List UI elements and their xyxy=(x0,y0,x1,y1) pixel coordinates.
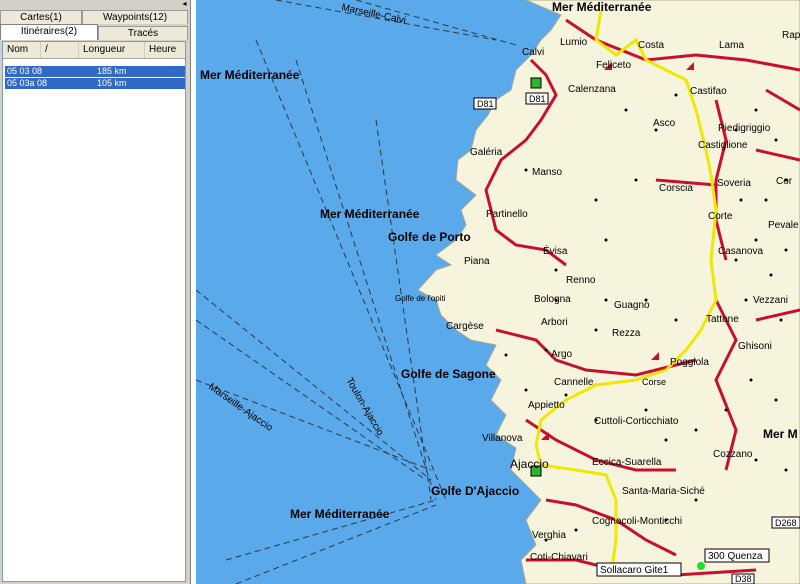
town-label: Évisa xyxy=(543,244,568,257)
town-label: Lama xyxy=(719,40,744,51)
town-label: Feliceto xyxy=(596,60,631,71)
panel-pin-icon[interactable]: ◂ xyxy=(180,0,189,8)
town-label: Galéria xyxy=(470,147,503,158)
town-label: Castifao xyxy=(690,86,727,97)
town-label: Costa xyxy=(638,40,665,51)
sea-label-top: Mer Méditerranée xyxy=(552,0,652,14)
town-label: Pevale xyxy=(768,220,799,231)
tab-bar: Cartes(1) Waypoints(12) Itinéraires(2) T… xyxy=(0,0,188,40)
sea-label: Mer Méditerranée xyxy=(200,68,300,82)
gulf-label: Golfe de l'opiti xyxy=(395,294,446,303)
road-label: D38 xyxy=(735,574,752,584)
gulf-label: Golfe de Sagone xyxy=(401,367,496,381)
column-heure[interactable]: Heure xyxy=(145,42,185,58)
row-longueur: 185 km xyxy=(97,66,127,76)
tab-itineraires[interactable]: Itinéraires(2) xyxy=(0,24,98,40)
town-label: Corscia xyxy=(659,183,693,194)
ferry-route-label: Toulon-Ajaccio xyxy=(343,376,385,438)
town-label: Corte xyxy=(708,211,733,222)
map-canvas[interactable]: Mer Méditerranée Mer Méditerranée Mer Mé… xyxy=(196,0,800,584)
sea-label-east: Mer M xyxy=(763,427,798,441)
town-label: Appietto xyxy=(528,400,565,411)
list-row[interactable]: 05 03 08 185 km xyxy=(5,66,185,77)
row-nom: 05 03 08 xyxy=(7,66,43,76)
town-label: Calenzana xyxy=(568,84,616,95)
town-label: Cor xyxy=(776,176,793,187)
map-view[interactable]: Mer Méditerranée Mer Méditerranée Mer Mé… xyxy=(196,0,800,584)
row-nom: 05 03a 08 xyxy=(7,78,48,88)
tab-cartes[interactable]: Cartes(1) xyxy=(0,10,82,24)
tab-waypoints[interactable]: Waypoints(12) xyxy=(82,10,188,24)
left-panel: Cartes(1) Waypoints(12) Itinéraires(2) T… xyxy=(0,0,191,584)
road-label: D81 xyxy=(477,99,494,109)
sea-label: Mer Méditerranée xyxy=(320,207,420,221)
town-label: Cognocoli-Monticchi xyxy=(592,516,682,527)
town-label: Casanova xyxy=(718,246,763,257)
ferry-route-label: Marseille-Ajaccio xyxy=(206,381,275,434)
town-label: Santa-Maria-Siché xyxy=(622,486,705,497)
waypoint-label[interactable]: 300 Quenza xyxy=(708,551,763,562)
itinerary-list[interactable]: Nom / Longueur Heure 05 03 08 185 km 05 … xyxy=(2,41,186,582)
town-label: Guagno xyxy=(614,300,650,311)
row-longueur: 105 km xyxy=(97,78,127,88)
town-label: Ghisoni xyxy=(738,341,772,352)
town-label: Lumio xyxy=(560,37,588,48)
town-label: Rap xyxy=(782,30,800,41)
town-label: Rezza xyxy=(612,328,641,339)
road-label: D81 xyxy=(529,94,546,104)
tab-traces[interactable]: Tracés xyxy=(98,26,188,40)
town-label: Piana xyxy=(464,256,490,267)
gulf-label: Golfe de Porto xyxy=(388,230,471,244)
town-label: Bologna xyxy=(534,294,571,305)
town-label: Poggiola xyxy=(670,357,709,368)
town-label: Asco xyxy=(653,118,676,129)
town-label: Calvi xyxy=(522,47,544,58)
town-label: Corse xyxy=(642,377,666,387)
town-label: Cargèse xyxy=(446,321,484,332)
column-longueur[interactable]: Longueur xyxy=(79,42,145,58)
town-label: Vezzani xyxy=(753,295,788,306)
gulf-label: Golfe D'Ajaccio xyxy=(431,484,519,498)
town-label: Cannelle xyxy=(554,377,594,388)
town-label: Verghia xyxy=(532,530,566,541)
sea-label: Mer Méditerranée xyxy=(290,507,390,521)
town-label: Arbori xyxy=(541,317,568,328)
waypoint-label[interactable]: Sollacaro Gite1 xyxy=(600,565,669,576)
town-label: Partinello xyxy=(486,209,528,220)
town-label: Cozzano xyxy=(713,449,753,460)
town-label: Soveria xyxy=(717,178,751,189)
road-label: D268 xyxy=(775,518,797,528)
town-label: Piedigriggio xyxy=(718,123,771,134)
town-label: Ajaccio xyxy=(510,457,549,471)
town-label: Eccica-Suarella xyxy=(592,457,662,468)
column-nom[interactable]: Nom xyxy=(3,42,41,58)
ferry-route-label: Marseille-Calvi xyxy=(340,2,406,26)
town-label: Coti-Chiavari xyxy=(530,552,588,563)
town-label: Renno xyxy=(566,275,596,286)
town-label: Tattone xyxy=(706,314,739,325)
town-label: Argo xyxy=(551,349,573,360)
list-header: Nom / Longueur Heure xyxy=(3,42,185,59)
town-label: Castiglione xyxy=(698,140,748,151)
column-sort[interactable]: / xyxy=(41,42,79,58)
town-label: Manso xyxy=(532,167,562,178)
town-label: Villanova xyxy=(482,433,523,444)
list-row[interactable]: 05 03a 08 105 km xyxy=(5,78,185,89)
town-label: Cuttoli-Corticchiato xyxy=(594,416,679,427)
